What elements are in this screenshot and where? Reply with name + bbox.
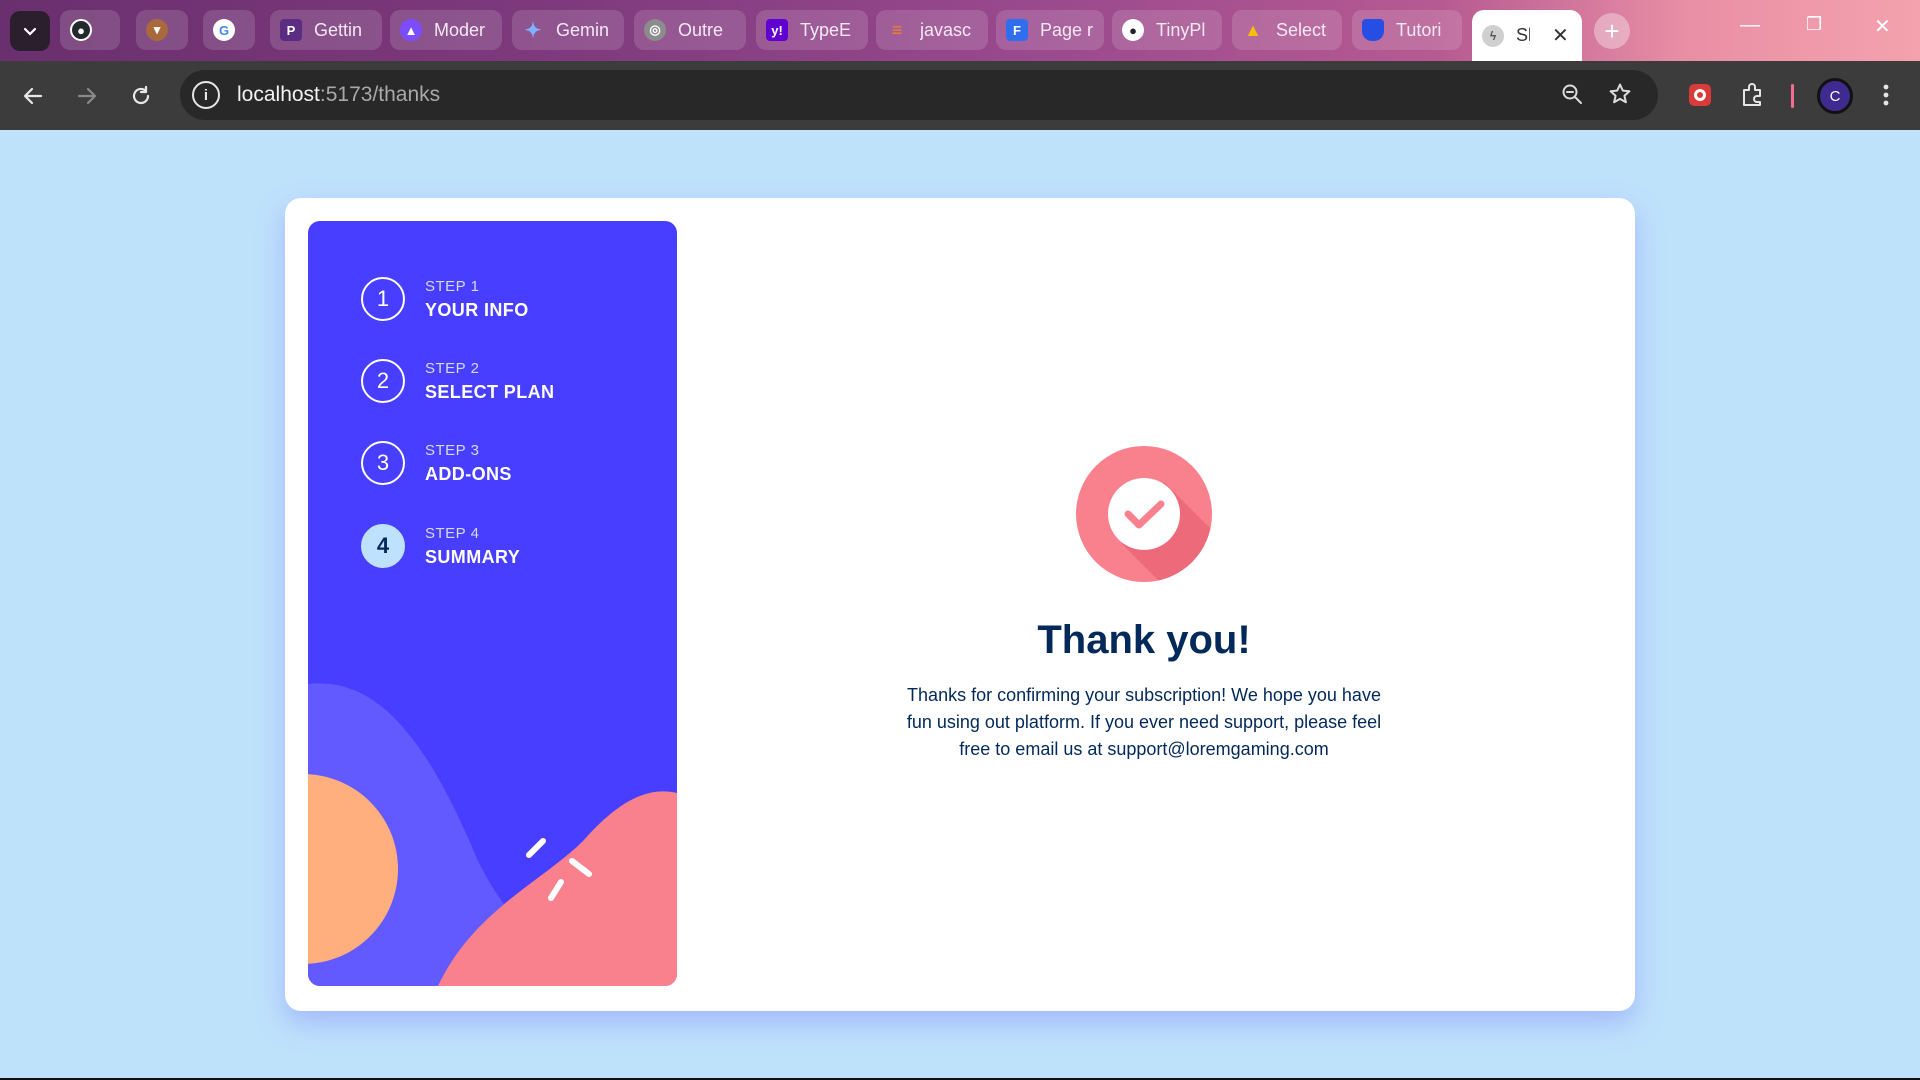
close-window-icon[interactable]: ✕ [1874,14,1891,39]
tab-title: Moder [434,19,486,40]
tab-search-button[interactable] [10,11,50,51]
panda-icon: ● [1122,19,1144,41]
steps-sidebar: 1 STEP 1 YOUR INFO 2 STEP 2 SELECT PLAN … [308,221,677,986]
tab-active[interactable]: ϟ Sl ✕ [1472,10,1582,61]
step-item-select-plan: 2 STEP 2 SELECT PLAN [361,359,554,403]
tab-title: javasc [920,19,972,40]
tab-title: Tutori [1396,19,1442,40]
gemini-icon: ✦ [524,19,542,42]
browser-toolbar: i localhost:5173/thanks C [0,61,1920,130]
vite-icon: ϟ [1482,24,1504,47]
extension-red-icon[interactable] [1684,79,1716,111]
tab-fox[interactable]: ▾ [136,10,188,50]
reload-button[interactable] [124,79,158,113]
extensions-puzzle-icon[interactable] [1736,79,1768,111]
tab-title: Sl [1516,25,1530,45]
site-info-icon[interactable]: i [192,81,220,109]
p-icon: P [280,19,302,41]
step-name: YOUR INFO [425,299,529,320]
tab-title: TinyPl [1156,19,1206,40]
tab-title: Gettin [314,19,363,40]
step-label: STEP 1 [425,277,480,295]
arrow-right-icon [77,87,97,105]
thank-you-heading: Thank you! [1037,618,1251,662]
tab-moder[interactable]: ▲ Moder [390,10,502,50]
step-name: ADD-ONS [425,463,512,484]
step-number: 1 [361,277,405,321]
f-icon: F [1006,19,1028,41]
checkmark-icon [1076,446,1212,582]
forward-button[interactable] [70,79,104,113]
fox-icon: ▾ [146,19,168,41]
tab-title: Gemin [556,19,610,40]
tab-tinypng[interactable]: ● TinyPl [1112,10,1222,50]
step-item-your-info: 1 STEP 1 YOUR INFO [361,277,529,321]
tab-gettin[interactable]: P Gettin [270,10,382,50]
reload-icon [132,85,150,105]
github-icon: ● [70,19,92,41]
step-name: SUMMARY [425,546,521,567]
drive-icon: ▲ [1244,19,1262,40]
address-bar[interactable]: i localhost:5173/thanks [180,70,1658,120]
css-icon [1362,19,1384,41]
tab-title: TypeE [800,19,852,40]
restore-icon[interactable]: ❐ [1806,14,1822,35]
tab-javascript[interactable]: ≡ javasc [876,10,988,50]
step-item-summary: 4 STEP 4 SUMMARY [361,524,520,568]
tab-page[interactable]: F Page r [996,10,1104,50]
close-tab-icon[interactable]: ✕ [1552,23,1569,48]
profile-avatar[interactable]: C [1817,78,1853,114]
arrow-left-icon [23,87,43,105]
step-number: 3 [361,441,405,485]
bookmark-star-icon[interactable] [1608,82,1632,112]
google-icon: G [213,19,235,41]
menu-kebab-icon[interactable] [1870,79,1902,111]
tab-typee[interactable]: y! TypeE [756,10,868,50]
chevron-down-icon [23,27,37,36]
browser-tab-bar: ● ▾ G P Gettin ▲ Moder ✦ Gemin ◎ Outre y… [0,0,1920,61]
tab-select[interactable]: ▲ Select [1232,10,1342,50]
tab-outre[interactable]: ◎ Outre [634,10,746,50]
step-label: STEP 4 [425,524,480,542]
yahoo-icon: y! [766,19,788,41]
stackoverflow-icon: ≡ [891,19,903,40]
step-name: SELECT PLAN [425,381,555,402]
new-tab-button[interactable]: + [1594,13,1630,49]
thank-you-message: Thanks for confirming your subscription!… [906,685,1382,759]
sidebar-decoration [308,683,677,986]
step-label: STEP 3 [425,441,480,459]
toolbar-divider [1791,84,1794,108]
tab-tutorial[interactable]: Tutori [1352,10,1462,50]
zoom-icon[interactable] [1560,82,1584,112]
url-path: :5173/thanks [319,83,441,106]
globe-icon: ◎ [644,19,666,41]
step-number: 2 [361,359,405,403]
rocket-icon: ▲ [400,19,422,41]
step-number: 4 [361,524,405,568]
url-host: localhost [237,83,320,106]
form-card: 1 STEP 1 YOUR INFO 2 STEP 2 SELECT PLAN … [285,198,1635,1011]
tab-google[interactable]: G [203,10,255,50]
tab-title: Outre [678,19,724,40]
tab-gemini[interactable]: ✦ Gemin [512,10,624,50]
step-item-add-ons: 3 STEP 3 ADD-ONS [361,441,512,485]
back-button[interactable] [16,79,50,113]
tab-github[interactable]: ● [60,10,120,50]
step-label: STEP 2 [425,359,480,377]
thank-you-panel: Thank you! Thanks for confirming your su… [677,198,1635,1011]
tab-title: Page r [1040,19,1094,40]
minimize-icon[interactable]: — [1740,14,1760,37]
tab-title: Select [1276,19,1327,40]
